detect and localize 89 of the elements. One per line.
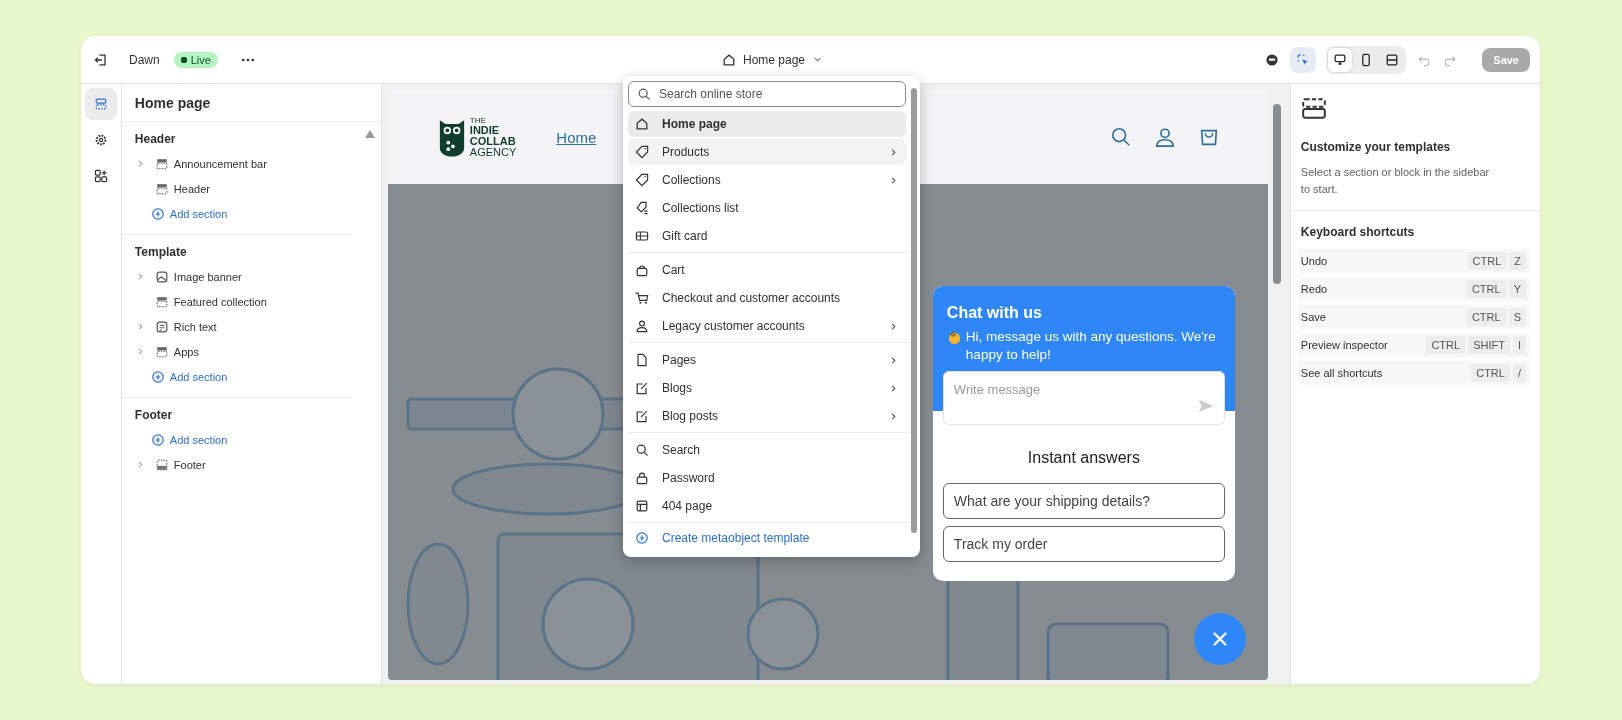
menu-item[interactable]: Gift card — [628, 223, 906, 249]
tag-icon — [634, 144, 650, 160]
shortcut-label: Preview inspector — [1300, 339, 1388, 352]
section-item[interactable]: Announcement bar — [133, 155, 267, 172]
menu-item[interactable]: Blog posts — [628, 403, 906, 429]
menu-item[interactable]: Pages — [628, 347, 906, 373]
shortcut-label: Save — [1300, 311, 1326, 324]
quick-answer-button[interactable]: Track my order — [942, 526, 1225, 563]
shortcut-label: Undo — [1300, 255, 1328, 268]
section-icon — [1300, 96, 1327, 122]
account-icon[interactable] — [1153, 126, 1176, 148]
section-item[interactable]: Image banner — [133, 268, 242, 285]
lock-icon — [634, 470, 650, 486]
apps-icon — [92, 168, 109, 184]
status-badge: Live — [173, 51, 218, 68]
menu-item[interactable]: Search — [628, 437, 906, 463]
section-item[interactable]: Rich text — [133, 318, 217, 335]
search-icon[interactable] — [1109, 126, 1132, 148]
tag-icon — [634, 172, 650, 188]
search-icon — [634, 442, 650, 458]
waving-hand-icon — [946, 330, 962, 345]
plus-circle-icon — [634, 530, 650, 546]
section-item[interactable]: Apps — [133, 343, 199, 360]
menu-item[interactable]: Password — [628, 465, 906, 491]
add-section-link[interactable]: Add section — [121, 201, 228, 226]
person-icon — [634, 318, 650, 334]
key-cap: CTRL — [1471, 364, 1510, 383]
bag-icon — [634, 262, 650, 278]
search-field[interactable]: Search online store — [628, 81, 906, 107]
section-heading: Instant answers — [1026, 449, 1141, 468]
scrollbar[interactable] — [1272, 104, 1281, 284]
create-template-link[interactable]: Create metaobject template — [628, 525, 906, 551]
section-item[interactable]: Footer — [133, 456, 206, 473]
menu-item[interactable]: Legacy customer accounts — [628, 313, 906, 339]
menu-item[interactable]: Collections list — [628, 195, 906, 221]
key-cap: / — [1512, 364, 1526, 383]
add-section-link[interactable]: Add section — [121, 427, 228, 452]
cart-icon — [634, 290, 650, 306]
section-item[interactable]: Featured collection — [133, 293, 267, 310]
key-cap: CTRL — [1467, 252, 1507, 271]
key-cap: CTRL — [1466, 280, 1506, 299]
key-cap: CTRL — [1466, 308, 1506, 327]
menu-item[interactable]: Collections — [628, 167, 906, 193]
tag-list-icon — [634, 200, 650, 216]
plus-circle-icon — [149, 205, 166, 222]
plus-circle-icon — [149, 368, 166, 385]
plus-circle-icon — [149, 431, 166, 448]
logo-text: THE INDIE COLLAB AGENCY — [469, 116, 517, 158]
page-icon — [634, 352, 650, 368]
key-cap: SHIFT — [1468, 336, 1510, 355]
key-cap: CTRL — [1426, 336, 1466, 355]
chat-title: Chat with us — [946, 304, 1043, 322]
shortcut-label: See all shortcuts — [1300, 367, 1383, 380]
scrollbar[interactable] — [911, 88, 917, 533]
group-heading: Footer — [133, 408, 174, 424]
shortcuts-heading: Keyboard shortcuts — [1300, 225, 1416, 240]
page-selector[interactable]: Home page — [721, 51, 825, 68]
desktop-view-button[interactable] — [1328, 47, 1353, 72]
add-section-link[interactable]: Add section — [121, 364, 228, 389]
sections-button[interactable] — [84, 88, 117, 120]
message-field[interactable]: Write message — [942, 371, 1225, 426]
menu-item[interactable]: Products — [628, 139, 906, 165]
key-cap: S — [1508, 308, 1526, 327]
group-heading: Template — [133, 245, 188, 261]
menu-item[interactable]: Cart — [628, 257, 906, 283]
scroll-up-icon[interactable] — [364, 130, 375, 138]
theme-name: Dawn — [129, 52, 160, 67]
home-icon — [634, 116, 650, 132]
shortcut-label: Redo — [1300, 283, 1328, 296]
key-cap: I — [1512, 336, 1526, 355]
panel-description: Select a section or block in the sidebar to start. — [1300, 165, 1491, 198]
menu-item[interactable]: Blogs — [628, 375, 906, 401]
section-item[interactable]: Header — [133, 180, 210, 197]
key-cap: Z — [1509, 252, 1526, 271]
panel-heading: Customize your templates — [1300, 140, 1452, 154]
edit-icon — [634, 380, 650, 396]
search-icon — [636, 86, 652, 102]
quick-answer-button[interactable]: What are your shipping details? — [942, 483, 1225, 520]
edit-icon — [634, 408, 650, 424]
gift-card-icon — [634, 228, 650, 244]
chat-message: Hi, message us with any questions. We're happy to help! — [965, 328, 1217, 364]
layout-icon — [634, 498, 650, 514]
nav-link[interactable]: Home — [556, 128, 597, 146]
key-cap: Y — [1508, 280, 1526, 299]
menu-item[interactable]: 404 page — [628, 493, 906, 519]
sidebar-title: Home page — [121, 84, 381, 122]
menu-item[interactable]: Checkout and customer accounts — [628, 285, 906, 311]
menu-item[interactable]: Home page — [628, 111, 906, 137]
group-heading: Header — [133, 132, 177, 148]
